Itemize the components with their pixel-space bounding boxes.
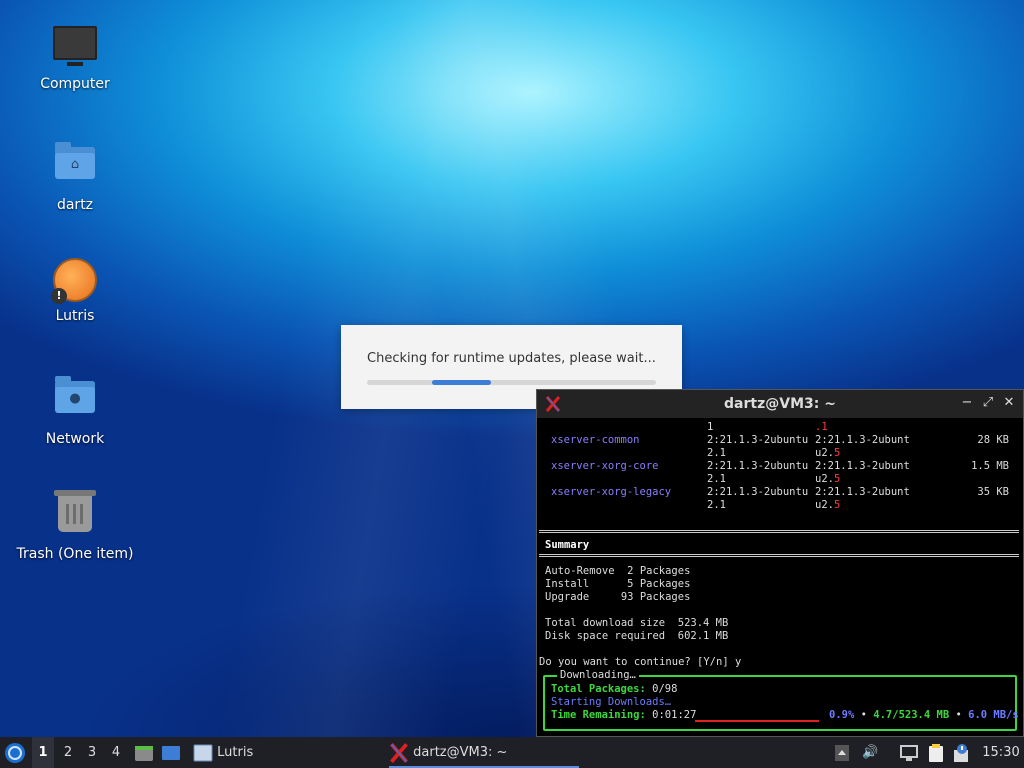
table-cell: 2:21.1.3-2ubunt — [815, 486, 910, 498]
desktop-icon-lutris[interactable]: ! Lutris — [10, 256, 140, 324]
download-progress-box: Downloading… Total Packages: 0/98 Starti… — [543, 669, 1019, 731]
total-packages-line: Total Packages: 0/98 — [551, 683, 678, 695]
table-cell: .1 — [815, 421, 828, 433]
volume-button[interactable]: 🔊 — [862, 737, 882, 768]
desktop-icon — [162, 745, 180, 760]
workspace-2[interactable]: 2 — [57, 737, 79, 768]
desktop-icon-label: Network — [45, 431, 105, 447]
terminal-titlebar[interactable]: dartz@VM3: ~ − ⤢ ✕ — [537, 390, 1023, 418]
desktop-icon-computer[interactable]: Computer — [10, 22, 140, 92]
summary-line: Disk space required 602.1 MB — [545, 630, 729, 642]
package-size: 28 KB — [977, 434, 1009, 446]
desktop-icon-label: Lutris — [55, 308, 95, 324]
workspace-4[interactable]: 4 — [105, 737, 127, 768]
chevron-up-icon — [835, 744, 849, 761]
network-wired-icon — [900, 744, 918, 761]
table-cell: 2:21.1.3-2ubunt — [815, 460, 910, 472]
package-name: xserver-xorg-core — [551, 460, 659, 472]
package-name: xserver-xorg-legacy — [551, 486, 672, 498]
volume-icon: 🔊 — [862, 745, 879, 760]
show-desktop-button[interactable] — [161, 737, 183, 768]
table-cell: 2.1 — [707, 447, 726, 459]
continue-prompt: Do you want to continue? [Y/n] y — [539, 656, 742, 668]
dialog-message: Checking for runtime updates, please wai… — [367, 351, 656, 366]
clipboard-button[interactable] — [927, 737, 949, 768]
download-progress-bar — [695, 720, 819, 722]
table-cell: u2.5 — [815, 447, 841, 459]
summary-title: Summary — [545, 539, 590, 551]
table-cell: u2.5 — [815, 473, 841, 485]
terminal-window[interactable]: dartz@VM3: ~ − ⤢ ✕ 1 .1 xserver-common 2… — [536, 389, 1024, 737]
desktop-icon-trash[interactable]: Trash (One item) — [10, 490, 140, 562]
taskbar: 1 2 3 4 Lutris dartz@VM3: ~ 🔊 15:30 — [0, 737, 1024, 768]
file-manager-launcher[interactable] — [134, 737, 156, 768]
xterm-icon — [390, 742, 408, 763]
table-cell: 2:21.1.3-2ubuntu — [707, 434, 809, 446]
package-name: xserver-common — [551, 434, 640, 446]
file-manager-icon — [135, 745, 153, 761]
summary-line: Auto-Remove 2 Packages — [545, 565, 691, 577]
package-size: 1.5 MB — [971, 460, 1009, 472]
task-label: Lutris — [217, 745, 254, 760]
close-icon[interactable]: ✕ — [1001, 395, 1017, 410]
divider — [539, 530, 1019, 533]
trash-icon — [53, 490, 97, 540]
home-folder-icon: ⌂ — [53, 142, 97, 191]
time-remaining-line: Time Remaining: 0:01:27 — [551, 709, 697, 721]
table-cell: 2:21.1.3-2ubuntu — [707, 460, 809, 472]
workspace-1[interactable]: 1 — [32, 737, 54, 768]
summary-line: Upgrade 93 Packages — [545, 591, 691, 603]
desktop-icon-label: dartz — [56, 197, 94, 213]
clock[interactable]: 15:30 — [980, 737, 1022, 768]
divider — [539, 554, 1019, 557]
minimize-icon[interactable]: − — [959, 395, 975, 410]
terminal-title: dartz@VM3: ~ — [724, 396, 836, 412]
terminal-output[interactable]: 1 .1 xserver-common 2:21.1.3-2ubuntu 2:2… — [537, 418, 1023, 736]
clipboard-icon — [929, 743, 943, 762]
table-cell: 2.1 — [707, 499, 726, 511]
maximize-icon[interactable]: ⤢ — [980, 395, 996, 410]
download-stats: 0.9% • 4.7/523.4 MB • 6.0 MB/s — [829, 709, 1019, 721]
desktop-icon-label: Trash (One item) — [16, 546, 134, 562]
computer-icon — [53, 26, 97, 70]
table-cell: u2.5 — [815, 499, 841, 511]
download-box-title: Downloading… — [557, 669, 639, 682]
package-size: 35 KB — [977, 486, 1009, 498]
lutris-icon: ! — [51, 258, 97, 304]
summary-line: Total download size 523.4 MB — [545, 617, 729, 629]
task-label: dartz@VM3: ~ — [413, 745, 508, 760]
lubuntu-logo-icon — [5, 742, 25, 763]
update-notifier-button[interactable] — [953, 737, 973, 768]
summary-line: Install 5 Packages — [545, 578, 691, 590]
table-cell: 2:21.1.3-2ubuntu — [707, 486, 809, 498]
table-cell: 2:21.1.3-2ubunt — [815, 434, 910, 446]
warning-icon: ! — [51, 288, 67, 304]
table-cell: 1 — [707, 421, 714, 433]
desktop-icon-home[interactable]: ⌂ dartz — [10, 139, 140, 213]
progress-bar — [367, 380, 656, 385]
task-terminal[interactable]: dartz@VM3: ~ — [389, 737, 579, 768]
network-folder-icon: ● — [53, 376, 97, 425]
table-cell: 2.1 — [707, 473, 726, 485]
task-lutris[interactable]: Lutris — [193, 737, 383, 768]
update-icon — [954, 743, 968, 762]
desktop-icon-label: Computer — [40, 76, 110, 92]
start-menu-button[interactable] — [4, 737, 28, 768]
network-status-button[interactable] — [899, 737, 921, 768]
tray-expand-button[interactable] — [835, 737, 853, 768]
workspace-3[interactable]: 3 — [81, 737, 103, 768]
desktop-icon-network[interactable]: ● Network — [10, 373, 140, 447]
window-icon — [193, 744, 213, 761]
download-status: Starting Downloads… — [551, 696, 672, 708]
progress-bar-fill — [432, 380, 491, 385]
